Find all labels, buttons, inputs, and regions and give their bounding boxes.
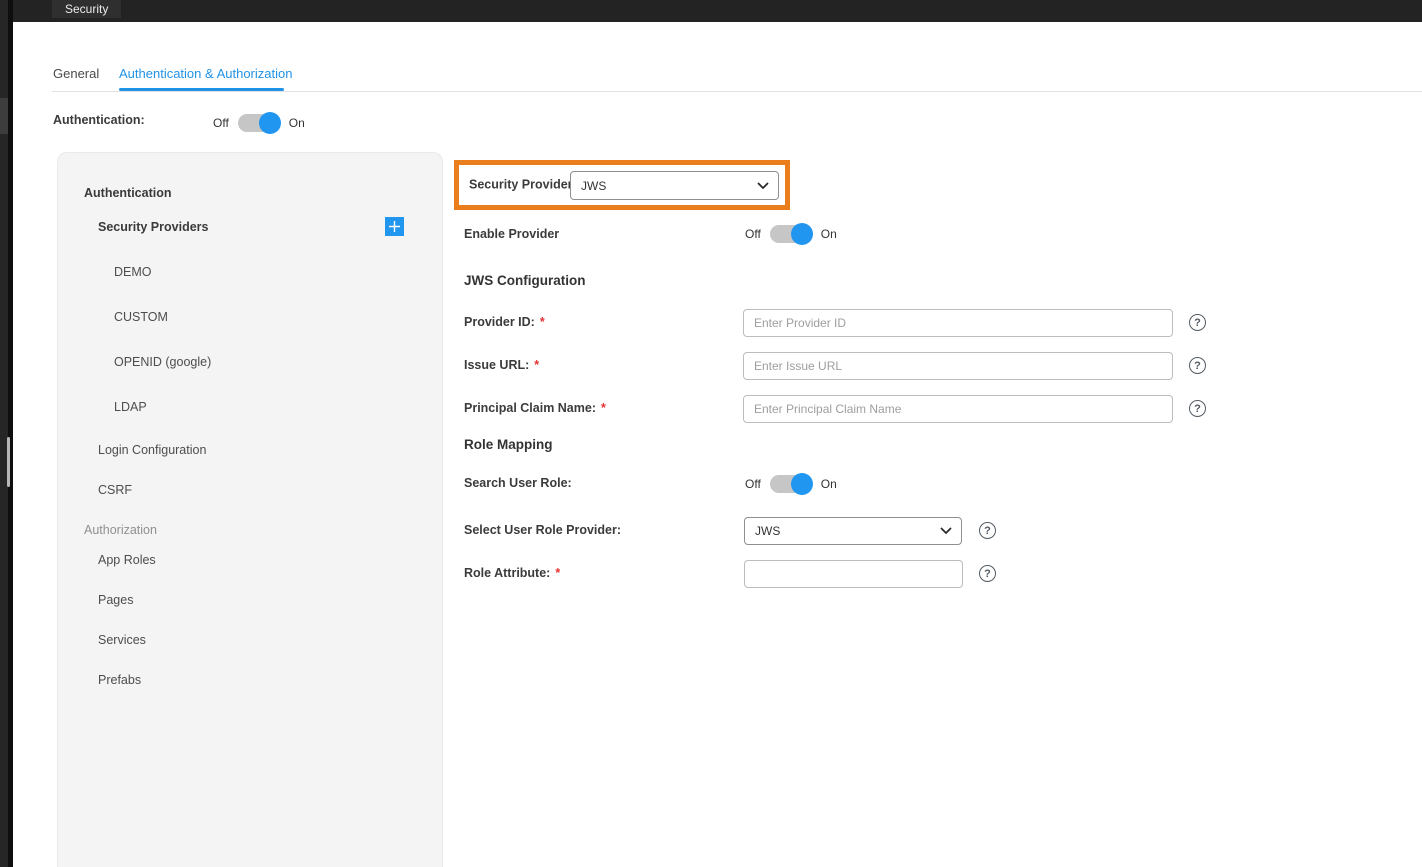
- authentication-toggle-group: Off On: [213, 111, 305, 134]
- security-window-tab-label: Security: [65, 2, 108, 16]
- enable-provider-toggle[interactable]: [770, 225, 812, 243]
- tab-general[interactable]: General: [53, 66, 99, 81]
- provider-id-help-icon[interactable]: ?: [1189, 314, 1206, 331]
- sidebar-item-prefabs[interactable]: Prefabs: [98, 673, 141, 688]
- provider-id-label-text: Provider ID:: [464, 315, 535, 329]
- user-role-provider-select-value: JWS: [755, 524, 780, 538]
- issue-url-label: Issue URL: *: [464, 358, 539, 373]
- search-user-role-toggle-group: Off On: [745, 472, 837, 495]
- security-provider-highlight-box: Security Provider JWS: [454, 160, 790, 210]
- sidebar-item-services[interactable]: Services: [98, 633, 146, 648]
- role-attribute-label-text: Role Attribute:: [464, 566, 550, 580]
- enable-provider-toggle-group: Off On: [745, 222, 837, 245]
- required-marker: *: [555, 566, 560, 580]
- plus-icon: [388, 220, 401, 233]
- user-role-provider-help-icon[interactable]: ?: [979, 522, 996, 539]
- sidebar-item-security-providers[interactable]: Security Providers: [98, 220, 208, 235]
- left-dock-active-segment[interactable]: [0, 98, 8, 134]
- provider-id-label: Provider ID: *: [464, 315, 545, 330]
- search-user-role-on-label: On: [821, 477, 837, 491]
- security-provider-label: Security Provider: [469, 178, 573, 193]
- select-user-role-provider-label: Select User Role Provider:: [464, 523, 621, 538]
- authentication-toggle-off-label: Off: [213, 116, 229, 130]
- sidebar-item-custom[interactable]: CUSTOM: [114, 310, 168, 325]
- sidebar-item-login-configuration[interactable]: Login Configuration: [98, 443, 206, 458]
- left-dock-rail-edge: [8, 0, 13, 867]
- issue-url-label-text: Issue URL:: [464, 358, 529, 372]
- enable-provider-on-label: On: [821, 227, 837, 241]
- provider-id-input[interactable]: [743, 309, 1173, 337]
- role-attribute-help-icon[interactable]: ?: [979, 565, 996, 582]
- tab-authentication-authorization[interactable]: Authentication & Authorization: [119, 66, 292, 81]
- sidebar-item-csrf[interactable]: CSRF: [98, 483, 132, 498]
- principal-claim-name-label-text: Principal Claim Name:: [464, 401, 596, 415]
- role-attribute-input[interactable]: [744, 560, 963, 588]
- role-attribute-label: Role Attribute: *: [464, 566, 560, 581]
- issue-url-input[interactable]: [743, 352, 1173, 380]
- authentication-toggle-on-label: On: [289, 116, 305, 130]
- sidebar-item-pages[interactable]: Pages: [98, 593, 133, 608]
- sidebar-item-app-roles[interactable]: App Roles: [98, 553, 156, 568]
- principal-claim-name-help-icon[interactable]: ?: [1189, 400, 1206, 417]
- toggle-knob: [259, 112, 281, 134]
- search-user-role-label: Search User Role:: [464, 476, 572, 491]
- user-role-provider-select[interactable]: JWS: [744, 517, 962, 545]
- required-marker: *: [534, 358, 539, 372]
- top-bar: Security: [13, 0, 1422, 22]
- sidebar-item-demo[interactable]: DEMO: [114, 265, 152, 280]
- panel-resize-handle[interactable]: [7, 437, 10, 487]
- authentication-label: Authentication:: [53, 113, 145, 128]
- principal-claim-name-label: Principal Claim Name: *: [464, 401, 606, 416]
- sidebar-item-ldap[interactable]: LDAP: [114, 400, 147, 415]
- security-provider-select-value: JWS: [581, 179, 606, 193]
- jws-configuration-heading: JWS Configuration: [464, 273, 586, 289]
- toggle-knob: [791, 223, 813, 245]
- enable-provider-label: Enable Provider: [464, 227, 559, 242]
- security-window-tab[interactable]: Security: [52, 0, 121, 18]
- role-mapping-heading: Role Mapping: [464, 437, 553, 453]
- enable-provider-off-label: Off: [745, 227, 761, 241]
- security-settings-screen: Security General Authentication & Author…: [0, 0, 1422, 867]
- issue-url-help-icon[interactable]: ?: [1189, 357, 1206, 374]
- required-marker: *: [540, 315, 545, 329]
- chevron-down-icon: [940, 527, 952, 535]
- tabs-divider: [52, 91, 1422, 92]
- principal-claim-name-input[interactable]: [743, 395, 1173, 423]
- sidebar-item-authentication[interactable]: Authentication: [84, 186, 172, 201]
- security-provider-select[interactable]: JWS: [570, 171, 779, 200]
- sidebar-item-openid-google[interactable]: OPENID (google): [114, 355, 211, 370]
- security-nav-panel: Authentication Security Providers DEMO C…: [57, 152, 443, 867]
- add-provider-button[interactable]: [385, 217, 404, 236]
- toggle-knob: [791, 473, 813, 495]
- chevron-down-icon: [757, 182, 769, 190]
- required-marker: *: [601, 401, 606, 415]
- authentication-toggle[interactable]: [238, 114, 280, 132]
- search-user-role-off-label: Off: [745, 477, 761, 491]
- sidebar-section-authorization: Authorization: [84, 523, 157, 538]
- search-user-role-toggle[interactable]: [770, 475, 812, 493]
